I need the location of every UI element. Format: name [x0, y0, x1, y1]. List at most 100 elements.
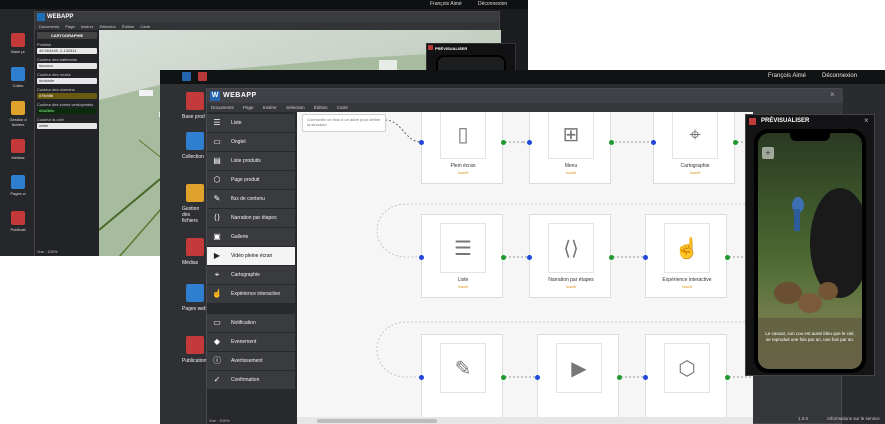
- menu-selection[interactable]: Sélection: [286, 105, 305, 110]
- app-launcher-icon[interactable]: [182, 72, 191, 81]
- play-icon: ▶: [571, 358, 587, 380]
- zoom-in-icon[interactable]: +: [762, 147, 774, 159]
- connector-in[interactable]: [535, 375, 540, 380]
- editor-title-bar: W WEBAPP ×: [207, 89, 843, 103]
- roads-color-field[interactable]: #bdcbde: [37, 78, 97, 84]
- menu-page[interactable]: Page: [65, 24, 74, 29]
- connector-out[interactable]: [725, 375, 730, 380]
- sky-color-field[interactable]: white: [37, 123, 97, 129]
- warning-icon: ⓘ: [213, 356, 221, 365]
- menu-insert[interactable]: Insérer: [263, 105, 277, 110]
- notification-icon: ▭: [213, 318, 221, 327]
- page-type-fullscreen-video[interactable]: ▶ Vidéo pleine écran: [207, 247, 295, 265]
- page-type-list[interactable]: ☰ Liste: [207, 114, 295, 132]
- connector-in[interactable]: [527, 255, 532, 260]
- back-app-icon[interactable]: Base pr: [4, 33, 32, 54]
- back-app-icon[interactable]: Pages w: [4, 175, 32, 196]
- page-type-gallery[interactable]: ▣ Gallerie: [207, 228, 295, 246]
- app-icon-files[interactable]: Gestion des fichiers: [182, 184, 206, 224]
- page-type-interactive[interactable]: ☝ Expérience interactive: [207, 285, 295, 303]
- connector-in[interactable]: [527, 140, 532, 145]
- editor-menu-bar: Documents Page Insérer Sélection Édition…: [207, 103, 843, 112]
- page-type-content-feed[interactable]: ✎ flux de contenu: [207, 190, 295, 208]
- notification-type-notification[interactable]: ▭ Notification: [207, 314, 295, 332]
- back-title-bar: WEBAPP: [35, 12, 499, 22]
- structure-card-cartography[interactable]: ⌖ Cartographie Inactif: [653, 112, 735, 184]
- notification-type-event[interactable]: ◆ Evenement: [207, 333, 295, 351]
- connector-out[interactable]: [501, 255, 506, 260]
- close-icon[interactable]: ×: [830, 90, 835, 99]
- scrollbar-thumb[interactable]: [317, 419, 437, 423]
- canvas-horizontal-scrollbar[interactable]: [297, 417, 753, 424]
- product-list-icon: ▤: [213, 156, 221, 165]
- steps-icon: ⟨⟩: [563, 238, 579, 260]
- user-name[interactable]: François Aimé: [768, 73, 806, 79]
- menu-documents[interactable]: Documents: [39, 24, 59, 29]
- structure-canvas[interactable]: Connectez ce bloc à un autre pour défini…: [297, 112, 753, 424]
- app-icon-database[interactable]: Base prod: [182, 92, 206, 122]
- connector-out[interactable]: [501, 140, 506, 145]
- page-type-product-page[interactable]: ⬡ Page produit: [207, 171, 295, 189]
- position-field[interactable]: 45.564449, 2.132811: [37, 48, 97, 54]
- connector-out[interactable]: [609, 140, 614, 145]
- connector-out[interactable]: [733, 140, 738, 145]
- structure-card-menu[interactable]: ⊞ Menu Inactif: [529, 112, 611, 184]
- connector-out[interactable]: [617, 375, 622, 380]
- menu-page[interactable]: Page: [243, 105, 254, 110]
- connector-in[interactable]: [643, 255, 648, 260]
- app-icon-publication[interactable]: Publication: [182, 336, 206, 366]
- page-type-tab[interactable]: ▭ Onglet: [207, 133, 295, 151]
- menu-insert[interactable]: Insérer: [81, 24, 93, 29]
- menu-map[interactable]: Carte: [140, 24, 150, 29]
- connector-in[interactable]: [419, 255, 424, 260]
- app-icon-web-pages[interactable]: Pages web: [182, 284, 207, 314]
- page-type-step-narration[interactable]: ⟨⟩ Narration par étapes: [207, 209, 295, 227]
- notification-type-warning[interactable]: ⓘ Avertissement: [207, 352, 295, 370]
- app-icon-media[interactable]: Médias: [182, 238, 206, 268]
- service-info-link[interactable]: Informations sur le service: [827, 416, 880, 421]
- notification-type-confirmation[interactable]: ✓ Confirmation: [207, 371, 295, 389]
- close-icon[interactable]: ×: [864, 116, 869, 125]
- back-app-icon[interactable]: Médias: [4, 139, 32, 160]
- connector-in[interactable]: [643, 375, 648, 380]
- menu-selection[interactable]: Sélection: [99, 24, 115, 29]
- paths-color-field[interactable]: #7fc986: [37, 93, 97, 99]
- structure-card-content-feed[interactable]: ✎: [421, 334, 503, 418]
- publish-icon: [11, 211, 25, 225]
- back-app-icon[interactable]: Publicati: [4, 211, 32, 232]
- canvas-hint-block[interactable]: Connectez ce bloc à un autre pour défini…: [302, 114, 386, 132]
- back-logout-link[interactable]: Déconnexion: [478, 1, 507, 7]
- notifications-icon[interactable]: [198, 72, 207, 81]
- back-app-icon[interactable]: Collec: [4, 67, 32, 88]
- connector-in[interactable]: [419, 375, 424, 380]
- page-type-palette: ☰ Liste ▭ Onglet ▤ Liste produits ⬡ Page pro…: [207, 112, 297, 424]
- back-menu-bar: Documents Page Insérer Sélection Édition…: [35, 22, 499, 30]
- connector-in[interactable]: [651, 140, 656, 145]
- logout-link[interactable]: Déconnexion: [822, 73, 857, 79]
- structure-card-step-narration[interactable]: ⟨⟩ Narration par étapes Inactif: [529, 214, 611, 298]
- structure-card-product[interactable]: ⬡: [645, 334, 727, 418]
- connector-out[interactable]: [501, 375, 506, 380]
- buildings-color-field[interactable]: #cccccc: [37, 63, 97, 69]
- structure-card-interactive[interactable]: ☝ Expérience interactive Inactif: [645, 214, 727, 298]
- page-type-product-list[interactable]: ▤ Liste produits: [207, 152, 295, 170]
- map-settings-panel: CARTOGRAPHIE Position 45.564449, 2.13281…: [35, 30, 99, 256]
- connector-out[interactable]: [725, 255, 730, 260]
- phone-screen-video[interactable]: + Le casoar, son cou est aussi bleu que …: [758, 133, 862, 369]
- menu-edit[interactable]: Édition: [122, 24, 134, 29]
- structure-card-fullscreen[interactable]: ▯ Plein écran Inactif: [421, 112, 503, 184]
- page-type-cartography[interactable]: ⌖ Cartographie: [207, 266, 295, 284]
- structure-card-list[interactable]: ☰ Liste Inactif: [421, 214, 503, 298]
- menu-edit[interactable]: Édition: [314, 105, 328, 110]
- feather-icon: ✎: [213, 194, 221, 203]
- back-user-name[interactable]: François Aimé: [430, 1, 462, 7]
- back-app-icon[interactable]: Gestion d fichiers: [4, 101, 32, 127]
- connector-in[interactable]: [419, 140, 424, 145]
- app-icon-collection[interactable]: Collection: [182, 132, 206, 162]
- menu-map[interactable]: Carte: [337, 105, 348, 110]
- collection-icon: [11, 67, 25, 81]
- menu-documents[interactable]: Documents: [211, 105, 234, 110]
- connector-out[interactable]: [609, 255, 614, 260]
- green-zones-color-field[interactable]: #0a2b0c: [37, 108, 97, 114]
- structure-card-video[interactable]: ▶: [537, 334, 619, 418]
